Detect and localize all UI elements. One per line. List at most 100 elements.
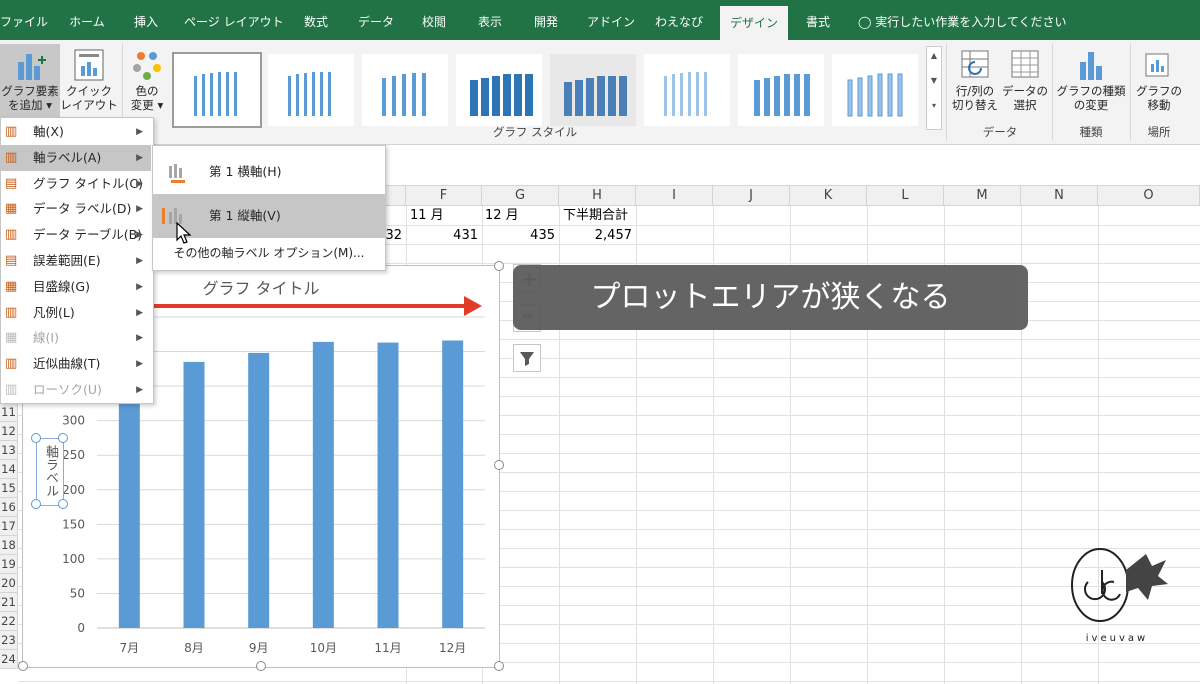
resize-handle[interactable] xyxy=(18,661,28,671)
chart-bar[interactable] xyxy=(442,340,464,628)
chart-style-1[interactable] xyxy=(172,52,262,128)
cell-e-header[interactable]: 11 月 xyxy=(410,206,444,225)
cell-h-header[interactable]: 下半期合計 xyxy=(563,206,628,225)
gallery-scroll[interactable]: ▲ ▼ ▾ xyxy=(926,46,942,130)
row-header[interactable]: 16 xyxy=(0,498,18,517)
gallery-up-icon[interactable]: ▲ xyxy=(927,51,941,60)
tab-page-layout[interactable]: ページ レイアウト xyxy=(184,0,284,40)
column-header[interactable]: M xyxy=(944,186,1021,206)
chart-style-4[interactable] xyxy=(456,54,542,126)
chart-bar[interactable] xyxy=(377,342,399,628)
column-header[interactable]: O xyxy=(1098,186,1200,206)
tab-data[interactable]: データ xyxy=(352,0,400,40)
menu-item[interactable]: ▥ データ テーブル(B) ▶ xyxy=(1,222,151,248)
row-header[interactable]: 22 xyxy=(0,612,18,631)
chart-bar[interactable] xyxy=(248,352,270,628)
axis-label-handle[interactable] xyxy=(58,433,68,443)
chart-bar[interactable] xyxy=(118,382,140,628)
menu-item[interactable]: ▦ 目盛線(G) ▶ xyxy=(1,274,151,300)
axis-label-handle[interactable] xyxy=(31,433,41,443)
tab-developer[interactable]: 開発 xyxy=(526,0,566,40)
tab-review[interactable]: 校閲 xyxy=(414,0,454,40)
cell-f-header[interactable]: 12 月 xyxy=(485,206,519,225)
tab-view[interactable]: 表示 xyxy=(470,0,510,40)
row-header[interactable]: 12 xyxy=(0,422,18,441)
cell-value[interactable]: 2,457 xyxy=(559,226,632,245)
switch-row-column-button[interactable]: 行/列の 切り替え xyxy=(950,44,1000,120)
gallery-more-icon[interactable]: ▾ xyxy=(927,101,941,110)
axis-label-box[interactable]: 軸ラベル xyxy=(36,438,64,506)
row-header[interactable]: 11 xyxy=(0,403,18,422)
tab-insert[interactable]: 挿入 xyxy=(126,0,166,40)
change-chart-type-button[interactable]: グラフの種類 の変更 xyxy=(1054,44,1128,120)
row-header[interactable]: 19 xyxy=(0,555,18,574)
quick-layout-button[interactable]: クイック レイアウト ▾ xyxy=(58,44,120,126)
tab-addins[interactable]: アドイン xyxy=(582,0,640,40)
menu-item[interactable]: ▥ 軸(X) ▶ xyxy=(1,119,151,145)
row-header[interactable]: 23 xyxy=(0,631,18,650)
chart-style-preview xyxy=(847,73,903,117)
menu-item[interactable]: ▤ 誤差範囲(E) ▶ xyxy=(1,248,151,274)
chart-filters-button[interactable] xyxy=(513,344,541,372)
column-header[interactable]: H xyxy=(559,186,636,206)
column-header[interactable]: F xyxy=(406,186,482,206)
row-header[interactable]: 14 xyxy=(0,460,18,479)
gridline xyxy=(18,681,1200,682)
menu-item[interactable]: ▥ 軸ラベル(A) ▶ xyxy=(1,144,151,171)
select-data-button[interactable]: データの 選択 xyxy=(1000,44,1050,120)
row-header[interactable]: 15 xyxy=(0,479,18,498)
chart-style-7[interactable] xyxy=(738,54,824,126)
chart-style-6[interactable] xyxy=(644,54,730,126)
resize-handle[interactable] xyxy=(494,261,504,271)
column-header[interactable]: I xyxy=(636,186,713,206)
chart-style-preview xyxy=(288,72,331,116)
cell-value[interactable]: 435 xyxy=(482,226,555,245)
change-colors-button[interactable]: 色の 変更 ▾ xyxy=(124,44,170,120)
tell-me-box[interactable]: ◯ 実行したい作業を入力してください xyxy=(858,0,1067,40)
tab-home[interactable]: ホーム xyxy=(62,0,112,40)
chart-style-8[interactable] xyxy=(832,54,918,126)
column-header[interactable]: J xyxy=(713,186,790,206)
primary-horizontal-axis-title[interactable]: 第 1 横軸(H) xyxy=(153,152,385,192)
column-header[interactable]: L xyxy=(867,186,944,206)
chart-style-2[interactable] xyxy=(268,54,354,126)
column-header[interactable]: G xyxy=(482,186,559,206)
menu-item[interactable]: ▥ 凡例(L) ▶ xyxy=(1,300,151,326)
cell-value[interactable]: 431 xyxy=(406,226,478,245)
move-chart-button[interactable]: グラフの 移動 xyxy=(1132,44,1186,120)
vertical-axis-label[interactable]: 軸ラベル xyxy=(41,445,60,497)
row-header[interactable]: 18 xyxy=(0,536,18,555)
row-header[interactable]: 20 xyxy=(0,574,18,593)
row-header[interactable]: 13 xyxy=(0,441,18,460)
gallery-down-icon[interactable]: ▼ xyxy=(927,76,941,85)
axis-label-handle[interactable] xyxy=(31,499,41,509)
menu-item[interactable]: ▥ 近似曲線(T) ▶ xyxy=(1,351,151,377)
row-header[interactable]: 17 xyxy=(0,517,18,536)
add-chart-element-button[interactable]: グラフ要素 を追加 ▾ xyxy=(0,44,60,120)
chart-bar[interactable] xyxy=(312,341,334,628)
add-chart-element-menu: ▥ 軸(X) ▶ ▥ 軸ラベル(A) ▶ ▤ グラフ タイトル(C) ▶ ▦ データ ラベル(D) ▶… xyxy=(0,117,154,404)
ribbon-tab-bar: ファイル ホーム 挿入 ページ レイアウト 数式 データ 校閲 表示 開発 アド… xyxy=(0,0,1200,40)
resize-handle[interactable] xyxy=(494,661,504,671)
chart-style-3[interactable] xyxy=(362,54,448,126)
resize-handle[interactable] xyxy=(256,661,266,671)
menu-item: ▦ 線(I) ▶ xyxy=(1,325,151,351)
resize-handle[interactable] xyxy=(494,460,504,470)
menu-item-icon: ▥ xyxy=(5,356,18,372)
tab-waenavi[interactable]: わえなび xyxy=(652,0,706,40)
tab-format[interactable]: 書式 xyxy=(796,0,840,40)
tab-formulas[interactable]: 数式 xyxy=(296,0,336,40)
tab-file[interactable]: ファイル xyxy=(0,0,48,40)
tab-design[interactable]: デザイン xyxy=(720,6,788,40)
group-label-location: 場所 xyxy=(1147,125,1171,139)
column-header[interactable]: K xyxy=(790,186,867,206)
menu-item[interactable]: ▦ データ ラベル(D) ▶ xyxy=(1,196,151,222)
row-header[interactable]: 24 xyxy=(0,650,18,669)
axis-label-handle[interactable] xyxy=(58,499,68,509)
chart-bar[interactable] xyxy=(183,361,205,628)
y-tick-label: 200 xyxy=(62,483,85,497)
menu-item[interactable]: ▤ グラフ タイトル(C) ▶ xyxy=(1,171,151,197)
chart-style-5[interactable] xyxy=(550,54,636,126)
row-header[interactable]: 21 xyxy=(0,593,18,612)
column-header[interactable]: N xyxy=(1021,186,1098,206)
